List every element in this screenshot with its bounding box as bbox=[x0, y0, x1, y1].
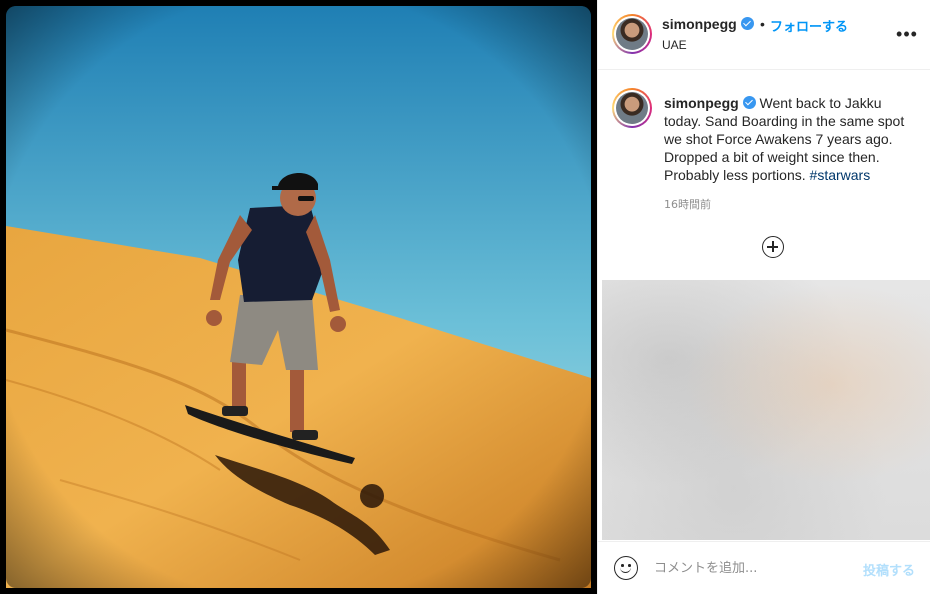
post-comment-button[interactable]: 投稿する bbox=[863, 560, 915, 579]
post-photo[interactable] bbox=[0, 0, 597, 594]
location-link[interactable]: UAE bbox=[662, 38, 687, 52]
emoji-icon[interactable] bbox=[614, 556, 638, 580]
verified-badge-icon bbox=[742, 96, 756, 109]
more-options-icon[interactable]: ••• bbox=[895, 22, 919, 46]
header-username[interactable]: simonpegg bbox=[662, 16, 737, 32]
separator-dot: • bbox=[760, 16, 765, 32]
caption-avatar[interactable] bbox=[612, 88, 652, 128]
header-username-row: simonpegg bbox=[662, 16, 754, 32]
follow-button[interactable]: フォローする bbox=[770, 16, 848, 35]
hashtag-link[interactable]: #starwars bbox=[810, 167, 871, 183]
comment-bar: 投稿する bbox=[598, 541, 930, 594]
post-timestamp[interactable]: 16時間前 bbox=[664, 196, 711, 212]
sandboarding-photo bbox=[5, 6, 591, 588]
post-header: simonpegg • フォローする UAE ••• bbox=[598, 0, 930, 70]
blurred-comments-area bbox=[602, 280, 930, 540]
verified-badge-icon bbox=[740, 17, 754, 30]
caption-username[interactable]: simonpegg bbox=[664, 95, 739, 111]
comment-input[interactable] bbox=[654, 556, 844, 580]
avatar[interactable] bbox=[612, 14, 652, 54]
post-side-panel: simonpegg • フォローする UAE ••• simonpegg Wen… bbox=[597, 0, 930, 594]
plus-circle-icon[interactable] bbox=[762, 236, 784, 258]
post-caption: simonpegg Went back to Jakku today. Sand… bbox=[664, 94, 920, 184]
